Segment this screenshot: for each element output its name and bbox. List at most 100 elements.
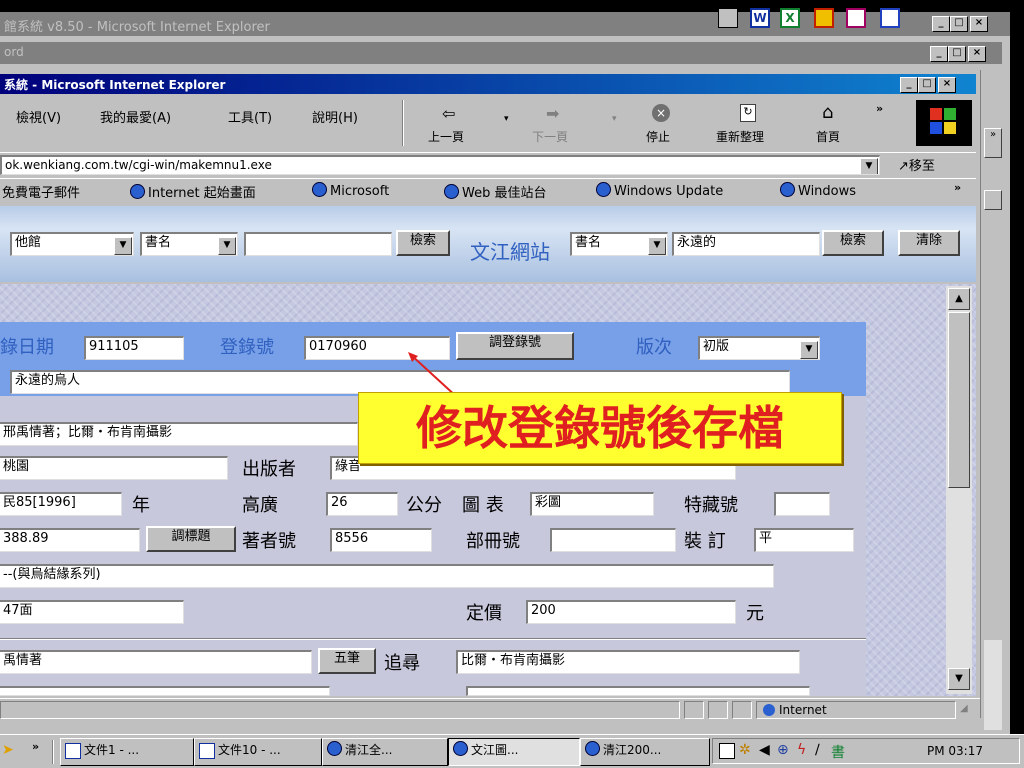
address-input[interactable]: ok.wenkiang.com.tw/cgi-win/makemnu1.exe … — [0, 155, 880, 175]
price-input[interactable]: 200 — [526, 600, 736, 624]
chevron-down-icon: ▼ — [800, 341, 818, 359]
link-windows-update[interactable]: Windows Update — [596, 182, 723, 199]
reg-date-input[interactable]: 911105 — [84, 336, 184, 360]
change-reg-button[interactable]: 調登錄號 — [456, 332, 574, 360]
special-input[interactable] — [774, 492, 830, 516]
taskbar-button-doc1[interactable]: 文件1 - ... — [60, 738, 194, 766]
taskbar-button-ie1[interactable]: 清江全... — [322, 738, 448, 766]
link-internet-start[interactable]: Internet 起始畫面 — [130, 182, 256, 201]
forward-dropdown-icon[interactable]: ▾ — [612, 114, 617, 124]
second-minimize-button[interactable]: _ — [930, 46, 948, 62]
author-no-input[interactable]: 8556 — [330, 528, 432, 552]
ie-titlebar[interactable]: 系統 - Microsoft Internet Explorer — [0, 74, 976, 94]
link-microsoft[interactable]: Microsoft — [312, 182, 389, 199]
outlook-icon[interactable] — [880, 8, 900, 28]
outer-close-button[interactable]: × — [970, 16, 988, 32]
content-scrollbar[interactable]: ▲ ▼ — [946, 286, 972, 694]
outer-maximize-button[interactable]: □ — [950, 16, 968, 32]
go-button[interactable]: ↗移至 — [898, 155, 935, 174]
ie-minimize-button[interactable]: _ — [900, 77, 918, 93]
second-maximize-button[interactable]: □ — [948, 46, 966, 62]
word-icon[interactable]: W — [750, 8, 770, 28]
link-best-sites[interactable]: Web 最佳站台 — [444, 182, 546, 201]
library-select[interactable]: 他館 ▼ — [10, 232, 134, 256]
clear-button[interactable]: 清除 — [898, 230, 960, 256]
menu-favorites[interactable]: 我的最愛(A) — [100, 110, 171, 128]
chevron-right-icon[interactable]: » — [984, 128, 1002, 158]
site-search-button[interactable]: 檢索 — [822, 230, 884, 256]
site-search-input[interactable]: 永遠的 — [672, 232, 820, 256]
second-window-titlebar[interactable]: ord — [0, 42, 1002, 64]
taskbar-button-doc10[interactable]: 文件10 - ... — [194, 738, 322, 766]
forward-button[interactable]: ➡ 下一頁 — [528, 100, 588, 146]
trace-input[interactable]: 比爾・布肯南攝影 — [456, 650, 800, 674]
link-windows-label: Windows — [798, 184, 857, 199]
link-windows[interactable]: Windows — [780, 182, 856, 199]
row10-input-right[interactable] — [466, 686, 810, 696]
address-dropdown-icon[interactable]: ▼ — [860, 158, 878, 174]
outer-minimize-button[interactable]: _ — [932, 16, 950, 32]
edition-select[interactable]: 初版 ▼ — [698, 336, 820, 360]
illus-input[interactable]: 彩圖 — [530, 492, 654, 516]
scroll-down-icon[interactable]: ▼ — [948, 668, 970, 690]
height-input[interactable]: 26 — [326, 492, 398, 516]
class-input[interactable]: 388.89 — [0, 528, 140, 552]
shortcut-icon[interactable] — [718, 8, 738, 28]
links-more-icon[interactable]: » — [954, 181, 961, 194]
home-button[interactable]: ⌂ 首頁 — [806, 100, 856, 146]
side-scroll-area[interactable] — [984, 640, 1002, 730]
quick-launch-more-icon[interactable]: » — [32, 740, 39, 753]
stop-button[interactable]: × 停止 — [640, 100, 690, 146]
second-close-button[interactable]: × — [968, 46, 986, 62]
input-method-icon[interactable]: 書 — [831, 742, 845, 762]
tray-gear-icon[interactable]: ✲ — [739, 742, 751, 758]
menu-tools[interactable]: 工具(T) — [228, 110, 272, 128]
taskbar-label: 清江全... — [345, 743, 393, 757]
site-field-select-value: 書名 — [575, 235, 602, 250]
resize-grip-icon[interactable]: ◢ — [960, 703, 968, 714]
status-bar: Internet ◢ — [0, 698, 980, 720]
taskbar-button-ie2[interactable]: 清江200... — [580, 738, 710, 766]
access-icon[interactable] — [846, 8, 866, 28]
volume-icon[interactable]: ◀ — [759, 742, 770, 758]
site-field-select[interactable]: 書名 ▼ — [570, 232, 668, 256]
year-input[interactable]: 民85[1996] — [0, 492, 122, 516]
special-label: 特藏號 — [684, 495, 738, 516]
scroll-thumb[interactable] — [948, 312, 970, 488]
clock[interactable]: PM 03:17 — [927, 744, 983, 758]
toolbar-more-icon[interactable]: » — [876, 102, 883, 115]
back-button[interactable]: ⇦ 上一頁 — [424, 100, 484, 146]
series-input[interactable]: --(與烏結緣系列) — [0, 564, 774, 588]
menu-help[interactable]: 說明(H) — [312, 110, 358, 128]
five-stroke-button[interactable]: 五筆 — [318, 648, 376, 674]
menu-view[interactable]: 檢視(V) — [16, 110, 61, 128]
pen-icon[interactable]: ∕ — [815, 742, 820, 758]
tray-app-icon[interactable] — [719, 743, 735, 759]
field-select[interactable]: 書名 ▼ — [140, 232, 238, 256]
power-icon[interactable]: ϟ — [797, 742, 806, 758]
scroll-up-icon[interactable]: ▲ — [948, 288, 970, 310]
quick-launch-icon[interactable]: ➤ — [2, 742, 14, 758]
ie-maximize-button[interactable]: □ — [918, 77, 936, 93]
excel-icon[interactable]: X — [780, 8, 800, 28]
place-input[interactable]: 桃園 — [0, 456, 228, 480]
taskbar-button-ie-active[interactable]: 文江圖... — [448, 738, 580, 766]
back-dropdown-icon[interactable]: ▾ — [504, 114, 509, 124]
volume-input[interactable] — [550, 528, 676, 552]
binding-input[interactable]: 平 — [754, 528, 854, 552]
row10-input-left[interactable] — [0, 686, 330, 696]
form-divider — [0, 638, 866, 640]
change-title-button[interactable]: 調標題 — [146, 526, 236, 552]
scroll-handle[interactable] — [984, 190, 1002, 210]
refresh-button[interactable]: ↻ 重新整理 — [710, 100, 790, 146]
author-input[interactable]: 邢禹情著；比爾・布肯南攝影 — [0, 422, 358, 446]
ie-close-button[interactable]: × — [938, 77, 956, 93]
powerpoint-icon[interactable] — [814, 8, 834, 28]
search-button[interactable]: 檢索 — [396, 230, 450, 256]
network-icon[interactable]: ⊕ — [777, 742, 789, 758]
pages-input[interactable]: 47面 — [0, 600, 184, 624]
author2-input[interactable]: 禹情著 — [0, 650, 312, 674]
link-free-email[interactable]: 免費電子郵件 — [2, 182, 80, 201]
search-input[interactable] — [244, 232, 392, 256]
reg-date-label: 錄日期 — [0, 337, 54, 358]
